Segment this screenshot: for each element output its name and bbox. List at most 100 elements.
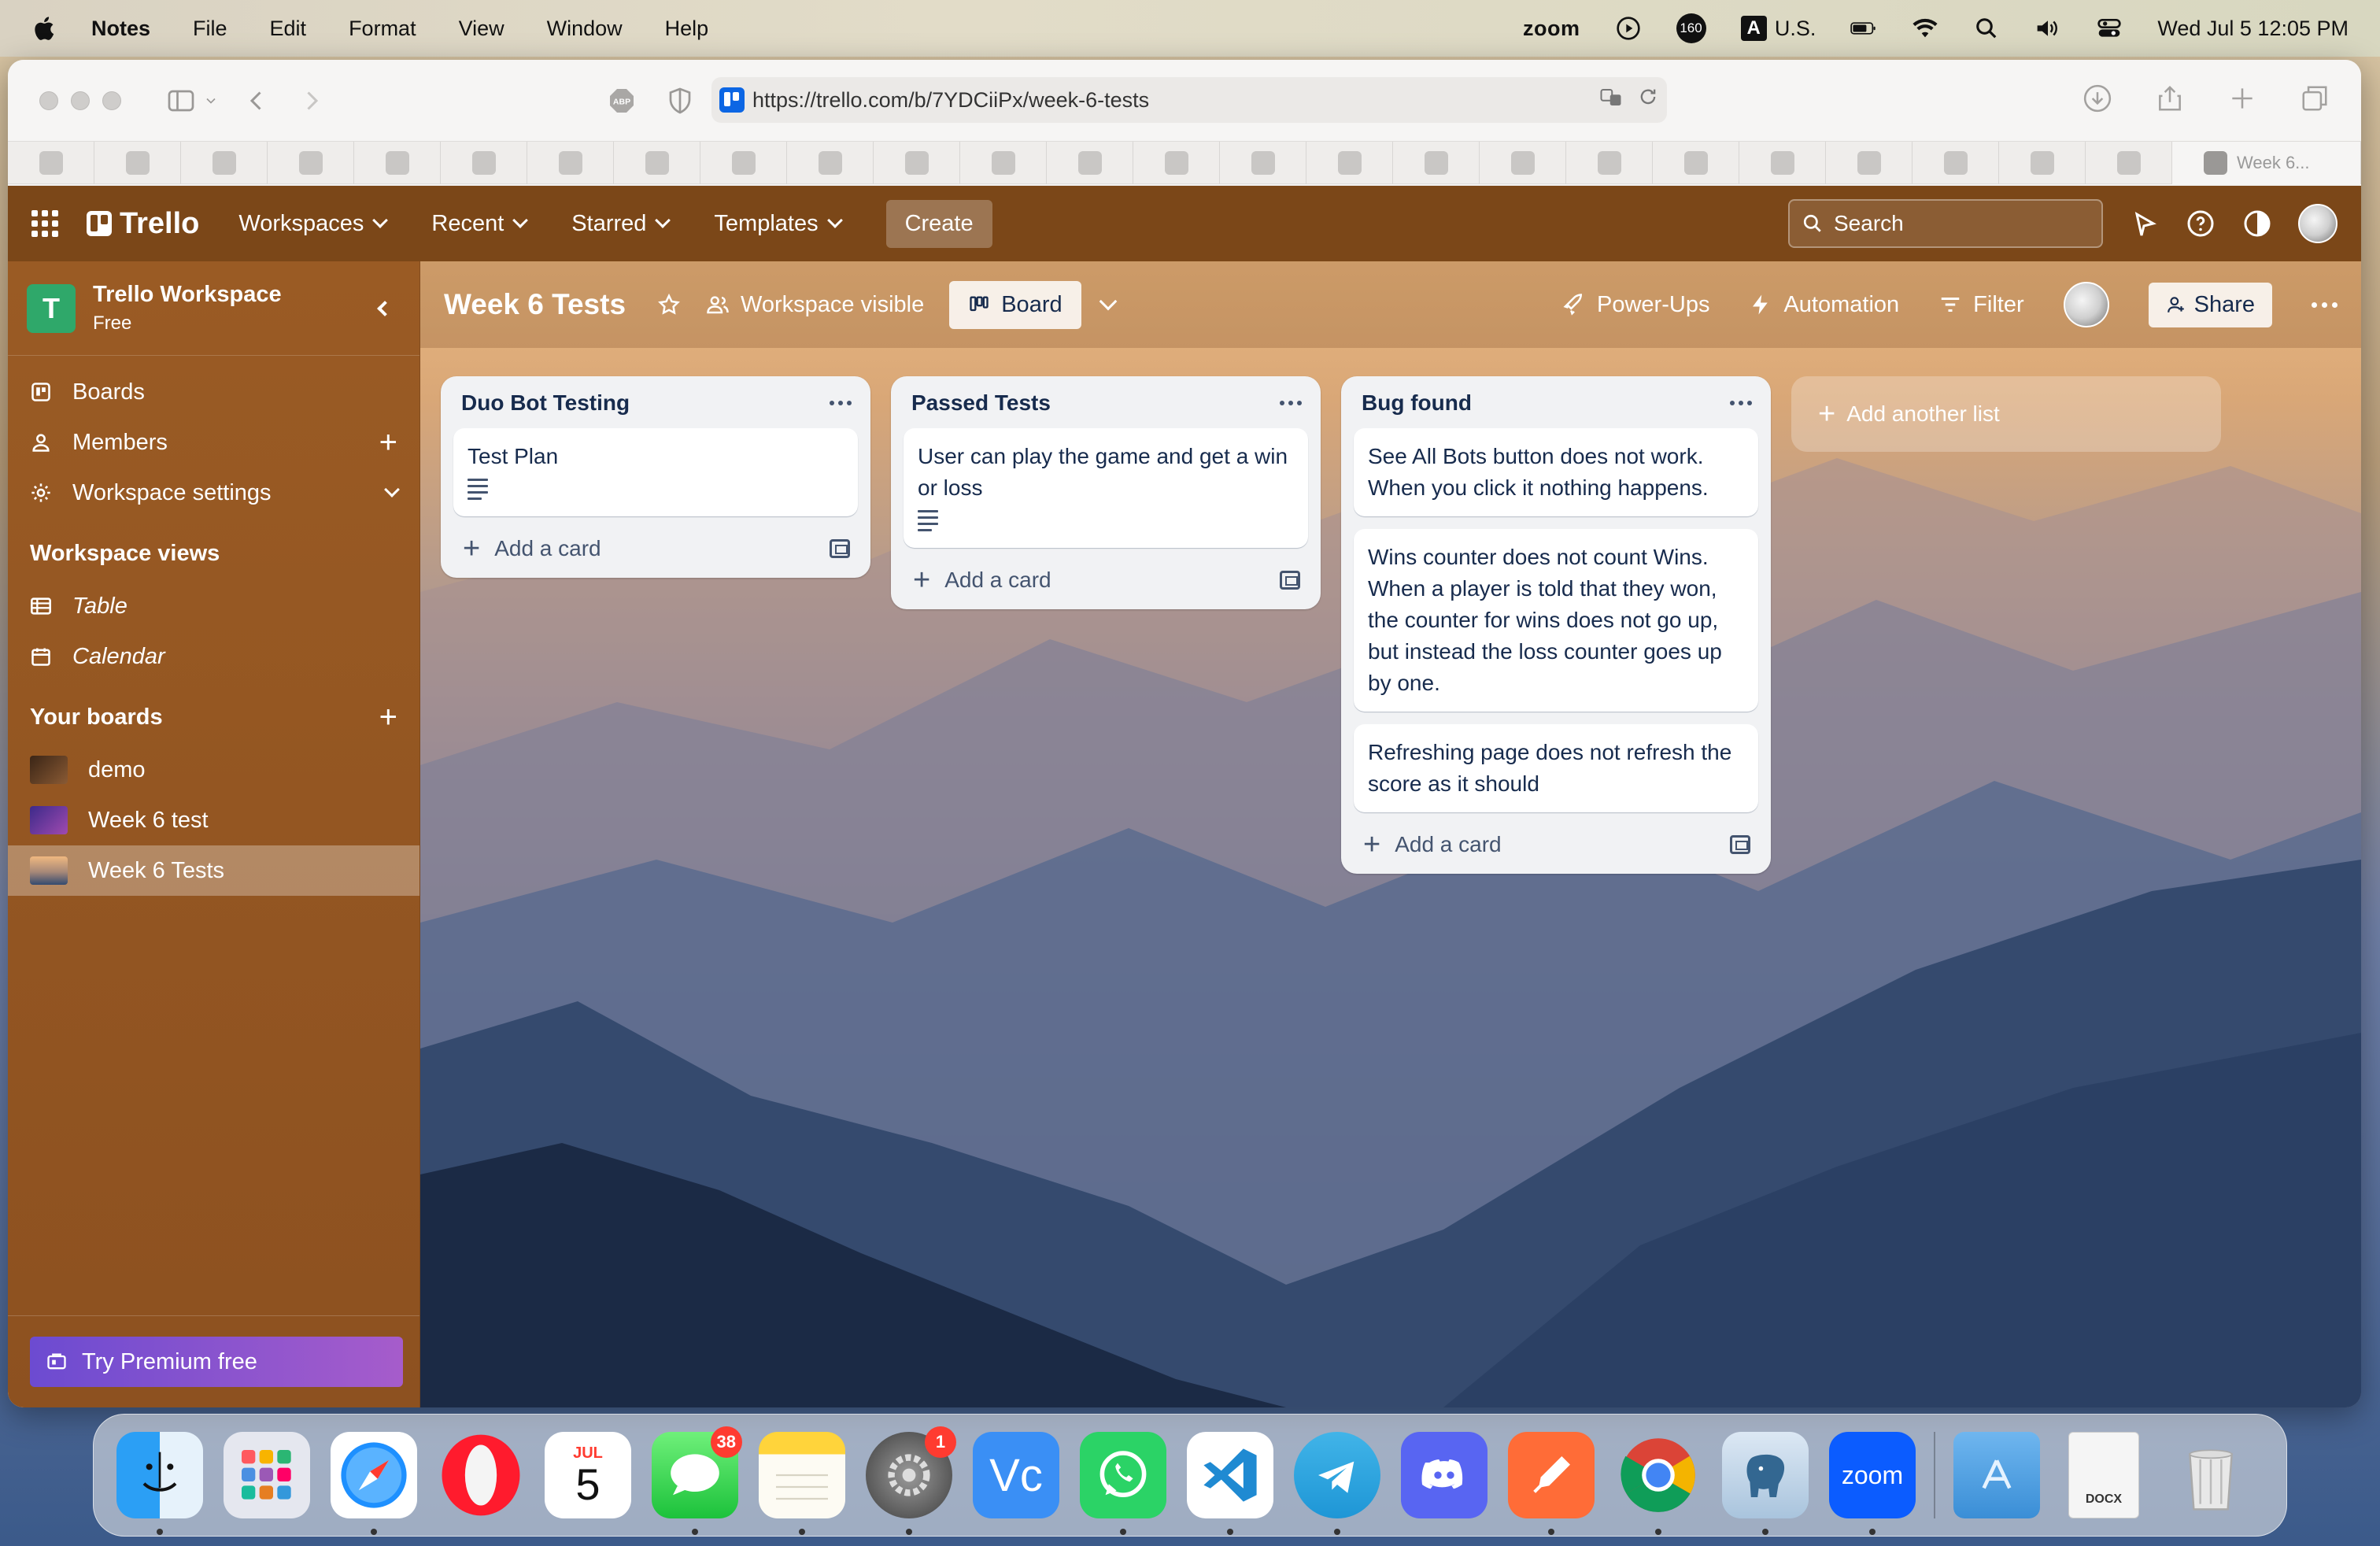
- input-source-menu[interactable]: A U.S.: [1740, 16, 1816, 41]
- apple-menu-icon[interactable]: [31, 15, 54, 42]
- sidebar-item-table[interactable]: Table: [8, 581, 419, 631]
- add-card-button[interactable]: + Add a card: [904, 560, 1308, 598]
- dock-zoom[interactable]: zoom: [1819, 1422, 1926, 1535]
- sidebar-item-members[interactable]: Members +: [8, 417, 419, 468]
- card[interactable]: Wins counter does not count Wins. When a…: [1354, 529, 1758, 712]
- wifi-icon[interactable]: [1912, 15, 1938, 42]
- adblock-icon[interactable]: ABP: [604, 83, 639, 118]
- favorite-tab[interactable]: [1047, 141, 1133, 184]
- minimize-window-button[interactable]: [71, 91, 90, 110]
- dock-discord[interactable]: [1391, 1422, 1498, 1529]
- url-text[interactable]: https://trello.com/b/7YDCiiPx/week-6-tes…: [752, 88, 1149, 113]
- create-button[interactable]: Create: [885, 199, 992, 248]
- menu-help[interactable]: Help: [665, 17, 709, 41]
- play-circle-icon[interactable]: [1615, 15, 1642, 42]
- dock-finder[interactable]: [106, 1422, 213, 1535]
- favorite-tab[interactable]: [614, 141, 700, 184]
- card[interactable]: User can play the game and get a win or …: [904, 428, 1308, 548]
- dock-opera[interactable]: [427, 1422, 534, 1529]
- board-view-button[interactable]: Board: [949, 280, 1081, 329]
- workspaces-menu[interactable]: Workspaces: [238, 211, 389, 237]
- favorite-tab[interactable]: [354, 141, 441, 184]
- menu-edit[interactable]: Edit: [270, 17, 307, 41]
- dock-telegram[interactable]: [1284, 1422, 1391, 1535]
- sidebar-board-week-6-tests[interactable]: Week 6 Tests: [8, 845, 419, 896]
- favorite-tab[interactable]: [1566, 141, 1653, 184]
- card[interactable]: See All Bots button does not work. When …: [1354, 428, 1758, 516]
- favorite-tab[interactable]: [1480, 141, 1566, 184]
- app-switcher-icon[interactable]: [31, 208, 63, 239]
- zoom-window-button[interactable]: [102, 91, 121, 110]
- dock-notes[interactable]: [748, 1422, 856, 1535]
- board-menu-icon[interactable]: [2312, 301, 2338, 308]
- power-ups-button[interactable]: Power-Ups: [1562, 292, 1709, 318]
- vpn-status-icon[interactable]: 160: [1676, 13, 1706, 43]
- favorite-tab[interactable]: [2086, 141, 2172, 184]
- favorite-tab[interactable]: [1653, 141, 1739, 184]
- list-menu-icon[interactable]: [830, 401, 852, 405]
- add-card-button[interactable]: + Add a card: [453, 529, 858, 567]
- favorite-tab[interactable]: [181, 141, 268, 184]
- favorite-tab[interactable]: [960, 141, 1047, 184]
- card-template-icon[interactable]: [1730, 835, 1750, 854]
- sidebar-item-settings[interactable]: Workspace settings: [8, 468, 419, 518]
- address-bar[interactable]: https://trello.com/b/7YDCiiPx/week-6-tes…: [711, 77, 1667, 123]
- dock-launchpad[interactable]: [213, 1422, 320, 1529]
- notifications-icon[interactable]: [2128, 208, 2160, 239]
- spotlight-search-icon[interactable]: [1973, 15, 2000, 42]
- theme-toggle-icon[interactable]: [2241, 208, 2273, 239]
- volume-icon[interactable]: [2034, 15, 2061, 42]
- dock-system-settings[interactable]: 1: [856, 1422, 963, 1535]
- list-title[interactable]: Bug found: [1362, 390, 1472, 416]
- favorite-tab[interactable]: [8, 141, 94, 184]
- sidebar-item-boards[interactable]: Boards: [8, 367, 419, 417]
- share-icon[interactable]: [2155, 83, 2185, 117]
- favorite-tab[interactable]: [1133, 141, 1220, 184]
- add-card-button[interactable]: + Add a card: [1354, 825, 1758, 863]
- favorite-tab[interactable]: [1999, 141, 2086, 184]
- help-icon[interactable]: [2185, 208, 2216, 239]
- card-template-icon[interactable]: [1280, 571, 1300, 590]
- list-duo-bot-testing[interactable]: Duo Bot Testing Test Plan + Add a card: [441, 376, 870, 578]
- favorite-tab[interactable]: [268, 141, 354, 184]
- menu-file[interactable]: File: [193, 17, 227, 41]
- menu-view[interactable]: View: [459, 17, 504, 41]
- workspace-name[interactable]: Trello Workspace: [93, 282, 282, 308]
- active-tab[interactable]: Week 6...: [2172, 141, 2361, 184]
- dock-chrome[interactable]: [1605, 1422, 1712, 1535]
- list-menu-icon[interactable]: [1280, 401, 1302, 405]
- favorite-tab[interactable]: [1826, 141, 1913, 184]
- favorite-tab[interactable]: [874, 141, 960, 184]
- dock-trash[interactable]: [2157, 1422, 2264, 1529]
- favorite-tab[interactable]: [787, 141, 874, 184]
- clock[interactable]: Wed Jul 5 12:05 PM: [2157, 17, 2349, 41]
- favorite-tab[interactable]: [1393, 141, 1480, 184]
- dock-postman[interactable]: [1498, 1422, 1605, 1535]
- board-title[interactable]: Week 6 Tests: [444, 288, 626, 321]
- control-center-icon[interactable]: [2096, 15, 2123, 42]
- reload-icon[interactable]: [1637, 86, 1659, 115]
- menu-format[interactable]: Format: [349, 17, 416, 41]
- sidebar-toggle-icon[interactable]: [164, 83, 198, 118]
- dock-vnc[interactable]: Vc: [963, 1422, 1070, 1529]
- menu-window[interactable]: Window: [547, 17, 623, 41]
- starred-menu[interactable]: Starred: [571, 211, 671, 237]
- card[interactable]: Test Plan: [453, 428, 858, 516]
- favorite-tab[interactable]: [1306, 141, 1393, 184]
- workspace-avatar[interactable]: T: [27, 283, 76, 333]
- downloads-icon[interactable]: [2082, 83, 2112, 117]
- star-board-button[interactable]: [657, 293, 681, 316]
- share-button[interactable]: Share: [2148, 282, 2272, 327]
- favorite-tab[interactable]: [527, 141, 614, 184]
- favorite-tab[interactable]: [1739, 141, 1826, 184]
- templates-menu[interactable]: Templates: [714, 211, 843, 237]
- dock-messages[interactable]: 38: [641, 1422, 748, 1535]
- add-member-plus-icon[interactable]: +: [379, 427, 397, 458]
- tab-overview-icon[interactable]: [2300, 83, 2330, 117]
- favorite-tab[interactable]: [441, 141, 527, 184]
- close-window-button[interactable]: [39, 91, 58, 110]
- recent-menu[interactable]: Recent: [431, 211, 529, 237]
- board-member-avatar[interactable]: [2063, 282, 2109, 327]
- card[interactable]: Refreshing page does not refresh the sco…: [1354, 724, 1758, 812]
- chevron-down-icon[interactable]: [203, 83, 219, 118]
